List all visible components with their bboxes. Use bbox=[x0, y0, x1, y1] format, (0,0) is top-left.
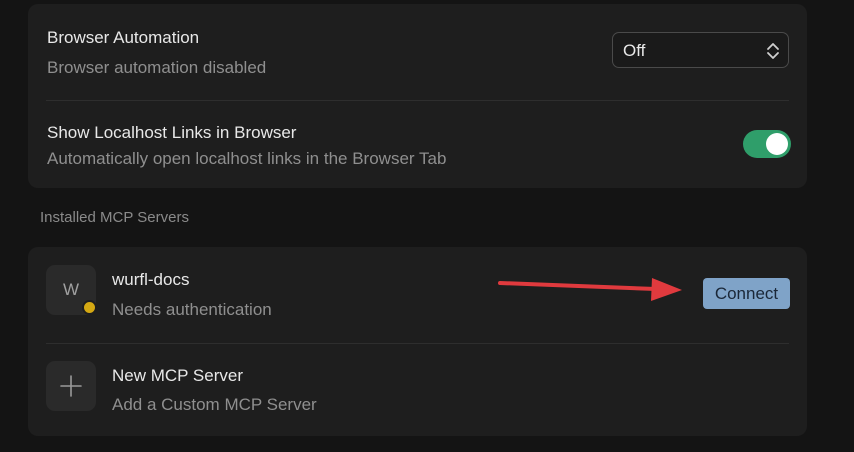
installed-mcp-servers-label: Installed MCP Servers bbox=[40, 209, 189, 226]
new-mcp-server-button[interactable] bbox=[46, 361, 96, 411]
mcp-servers-card: W wurfl-docs Needs authentication Connec… bbox=[28, 247, 807, 436]
browser-automation-select[interactable]: Off bbox=[612, 32, 789, 68]
plus-icon bbox=[60, 375, 82, 397]
status-dot-icon bbox=[82, 300, 97, 315]
server-name: wurfl-docs bbox=[112, 270, 190, 289]
toggle-knob bbox=[766, 133, 788, 155]
red-arrow-icon bbox=[498, 278, 682, 301]
server-status: Needs authentication bbox=[112, 300, 272, 319]
browser-automation-select-value: Off bbox=[623, 41, 646, 60]
browser-automation-title: Browser Automation bbox=[47, 28, 200, 47]
avatar-letter: W bbox=[62, 280, 80, 299]
localhost-links-title: Show Localhost Links in Browser bbox=[47, 123, 297, 142]
server-divider bbox=[46, 343, 789, 344]
localhost-links-subtitle: Automatically open localhost links in th… bbox=[47, 149, 447, 168]
connect-button[interactable]: Connect bbox=[703, 278, 790, 309]
settings-divider bbox=[46, 100, 789, 101]
chevron-up-down-icon bbox=[767, 43, 779, 59]
new-mcp-server-title: New MCP Server bbox=[112, 366, 243, 385]
localhost-links-toggle[interactable] bbox=[743, 130, 791, 158]
browser-automation-subtitle: Browser automation disabled bbox=[47, 58, 267, 77]
browser-settings-card: Browser Automation Browser automation di… bbox=[28, 4, 807, 188]
new-mcp-server-subtitle: Add a Custom MCP Server bbox=[112, 395, 317, 414]
